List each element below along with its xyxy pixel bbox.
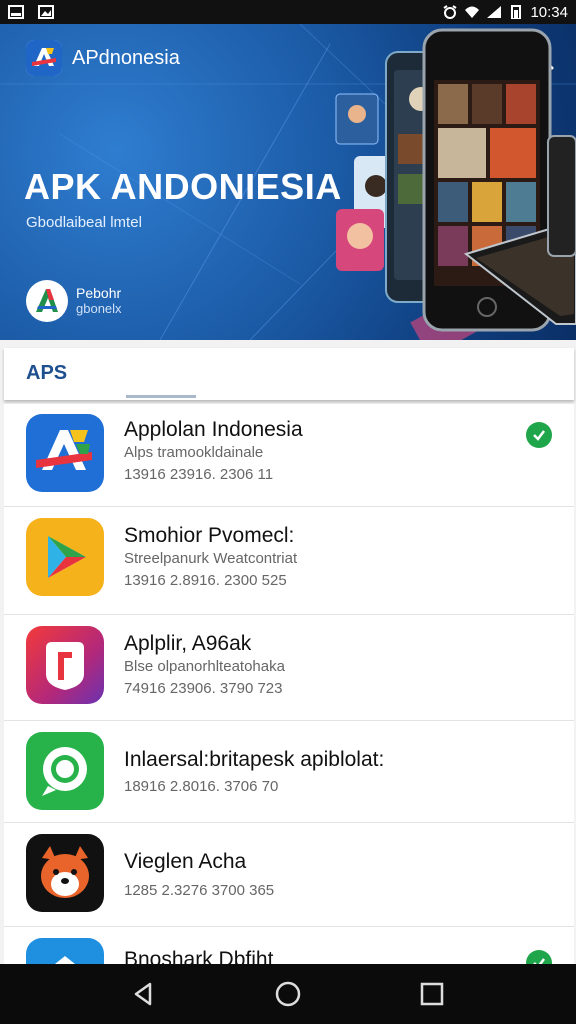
wifi-icon bbox=[465, 6, 480, 18]
app-name: Aplplir, A96ak bbox=[124, 632, 252, 655]
app-details: 1285 2.3276 3700 365 bbox=[124, 882, 275, 899]
page-subtitle: Gbodlaibeal lmtel bbox=[26, 214, 142, 231]
signal-icon bbox=[487, 6, 502, 18]
app-details: 74916 23906. 3790 723 bbox=[124, 680, 283, 697]
page-title: APK ANDONIESIA bbox=[24, 166, 342, 207]
app-details: 18916 2.8016. 3706 70 bbox=[124, 778, 279, 795]
app-icon-red bbox=[26, 626, 104, 704]
list-item[interactable]: Vieglen Acha 1285 2.3276 3700 365 bbox=[4, 822, 574, 927]
installed-check-icon bbox=[526, 950, 552, 964]
installed-check-icon bbox=[526, 422, 552, 448]
brand[interactable]: APdnonesia bbox=[26, 40, 180, 76]
badge-title: Pebohr bbox=[76, 285, 122, 301]
hero-badge: Pebohr gbonelx bbox=[26, 280, 122, 322]
back-icon[interactable] bbox=[130, 980, 158, 1008]
alarm-icon bbox=[443, 5, 458, 19]
tab-indicator bbox=[126, 395, 196, 398]
app-name: Bnoshark Dbfiht bbox=[124, 948, 274, 964]
image-notification-icon bbox=[38, 5, 54, 19]
app-name: Vieglen Acha bbox=[124, 850, 247, 873]
list-item[interactable]: Inlaersal:britapesk apiblolat: 18916 2.8… bbox=[4, 720, 574, 823]
home-icon[interactable] bbox=[274, 980, 302, 1008]
brand-logo bbox=[26, 40, 62, 76]
app-details: 13916 23916. 2306 11 bbox=[124, 466, 274, 483]
app-details: 13916 2.8916. 2300 525 bbox=[124, 572, 287, 589]
app-icon-apk bbox=[26, 414, 104, 492]
list-item[interactable]: Aplplir, A96ak Blse olpanorhlteatohaka 7… bbox=[4, 614, 574, 721]
app-developer: Streelpanurk Weatcontriat bbox=[124, 550, 298, 567]
navigation-bar bbox=[0, 964, 576, 1024]
app-icon-blue bbox=[26, 938, 104, 964]
tab-apps[interactable]: APS bbox=[26, 362, 67, 385]
brand-name: APdnonesia bbox=[72, 46, 180, 69]
status-time: 10:34 bbox=[530, 3, 568, 21]
list-item[interactable]: Bnoshark Dbfiht bbox=[4, 926, 574, 964]
app-icon-play bbox=[26, 518, 104, 596]
app-name: Inlaersal:britapesk apiblolat: bbox=[124, 748, 385, 771]
list-item[interactable]: Applolan Indonesia Alps tramookldainale … bbox=[4, 404, 574, 507]
list-item[interactable]: Smohior Pvomecl: Streelpanurk Weatcontri… bbox=[4, 506, 574, 615]
recents-icon[interactable] bbox=[418, 980, 446, 1008]
gallery-notification-icon bbox=[8, 5, 24, 19]
tab-bar: APS bbox=[4, 348, 574, 400]
app-developer: Alps tramookldainale bbox=[124, 444, 264, 461]
app-name: Applolan Indonesia bbox=[124, 418, 303, 441]
app-list: Applolan Indonesia Alps tramookldainale … bbox=[4, 404, 574, 964]
app-name: Smohior Pvomecl: bbox=[124, 524, 295, 547]
status-bar: 10:34 bbox=[0, 0, 576, 24]
badge-subtitle: gbonelx bbox=[76, 301, 122, 316]
battery-icon bbox=[511, 5, 522, 19]
badge-logo-icon bbox=[26, 280, 68, 322]
hero-banner: APdnonesia APK ANDONIESIA Gbodlaibeal lm… bbox=[0, 24, 576, 340]
app-icon-chat bbox=[26, 732, 104, 810]
phones-illustration bbox=[335, 28, 576, 332]
app-icon-shiba bbox=[26, 834, 104, 912]
app-developer: Blse olpanorhlteatohaka bbox=[124, 658, 285, 675]
